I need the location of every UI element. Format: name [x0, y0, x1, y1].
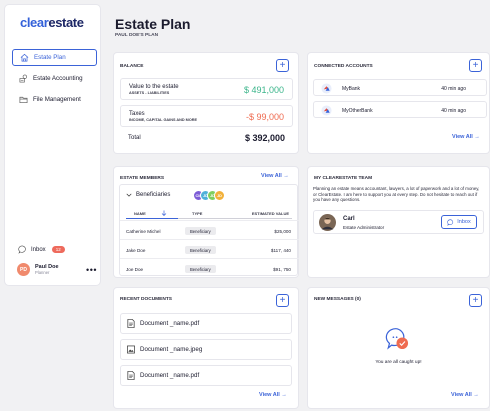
- column-header-name[interactable]: NAME: [134, 211, 146, 216]
- balance-card: BALANCE + Value to the estate ASSETS - L…: [114, 53, 298, 153]
- caught-up-illustration-icon: [385, 328, 409, 350]
- table-row[interactable]: Catherine Michel Beneficiary $25,000: [120, 220, 299, 240]
- balance-sublabel: ASSETS - LIABILITIES: [129, 91, 170, 95]
- sidebar-item-label: Estate Plan: [34, 54, 66, 61]
- add-balance-button[interactable]: +: [276, 59, 289, 72]
- documents-view-all-link[interactable]: View All →: [259, 392, 287, 398]
- chat-icon: [447, 218, 454, 226]
- user-role: Planner: [35, 270, 50, 275]
- team-inbox-button[interactable]: Inbox: [441, 215, 477, 229]
- chevron-down-icon: [126, 193, 132, 197]
- type-badge: Beneficiary: [185, 246, 216, 254]
- sort-arrow-icon[interactable]: [161, 210, 167, 216]
- team-card: MY CLEARESTATE TEAM Planning an estate m…: [308, 167, 489, 277]
- chat-icon: [18, 245, 26, 254]
- user-profile[interactable]: PD Paul Doe Planner •••: [17, 263, 97, 276]
- card-title: BALANCE: [120, 64, 144, 69]
- balance-label: Taxes: [129, 111, 145, 117]
- sidebar-item-label: Estate Accounting: [33, 75, 83, 82]
- beneficiaries-panel: Beneficiaries CM JD JD JD NAME TYPE ESTI…: [119, 184, 299, 278]
- add-account-button[interactable]: +: [469, 59, 482, 72]
- type-badge: Beneficiary: [185, 265, 216, 273]
- account-row[interactable]: MyOtherBank 40 min ago: [313, 101, 487, 118]
- column-header-type[interactable]: TYPE: [192, 211, 202, 216]
- beneficiaries-toggle[interactable]: Beneficiaries: [126, 192, 170, 198]
- page-title: Estate Plan: [115, 16, 191, 32]
- new-messages-card: NEW MESSAGES (0) + You are all caught up…: [308, 288, 489, 408]
- advisor-role: Estate Administrator: [343, 225, 385, 230]
- account-name: MyBank: [342, 86, 361, 92]
- account-sync-time: 40 min ago: [441, 108, 466, 114]
- table-row[interactable]: Joe Doe Beneficiary $91, 750: [120, 258, 299, 278]
- inbox-count-badge: 12: [51, 246, 65, 253]
- recent-documents-card: RECENT DOCUMENTS + Document _name.pdf Do…: [114, 288, 298, 408]
- card-title: NEW MESSAGES (0): [314, 297, 361, 302]
- team-member-row: Carl Estate Administrator Inbox: [313, 210, 484, 234]
- bank-logo-icon: [321, 83, 332, 94]
- total-value: $ 392,000: [244, 133, 285, 143]
- more-options-icon[interactable]: •••: [86, 265, 97, 274]
- team-description: Planning an estate means accountant, law…: [313, 186, 480, 203]
- card-title: ESTATE MEMBERS: [120, 176, 165, 181]
- document-item[interactable]: Document _name.pdf: [120, 365, 292, 386]
- messages-view-all-link[interactable]: View All →: [451, 392, 479, 398]
- balance-value: $ 491,000: [243, 85, 284, 95]
- advisor-photo: [319, 214, 336, 231]
- balance-row: Value to the estate ASSETS - LIABILITIES…: [120, 78, 293, 100]
- type-badge: Beneficiary: [185, 227, 216, 235]
- group-label: Beneficiaries: [136, 192, 171, 198]
- card-title: MY CLEARESTATE TEAM: [314, 176, 373, 181]
- sidebar-item-label: File Management: [33, 96, 81, 103]
- inbox-label: Inbox: [31, 246, 46, 253]
- member-chips: CM JD JD JD: [193, 190, 225, 201]
- page-subtitle: PAUL DOE'S PLAN: [115, 33, 159, 38]
- folder-icon: [19, 96, 28, 103]
- accounts-view-all-link[interactable]: View All →: [452, 134, 480, 140]
- document-item[interactable]: Document _name.pdf: [120, 313, 292, 334]
- members-view-all-link[interactable]: View All →: [261, 173, 289, 179]
- member-chip[interactable]: JD: [214, 190, 225, 201]
- balance-value: -$ 99,000: [245, 112, 284, 122]
- sidebar-inbox[interactable]: Inbox 12: [18, 245, 65, 254]
- advisor-name: Carl: [343, 216, 355, 222]
- estate-members-card: ESTATE MEMBERS View All → Beneficiaries …: [114, 167, 299, 278]
- column-header-value[interactable]: ESTIMATED VALUE: [252, 211, 289, 216]
- card-title: RECENT DOCUMENTS: [120, 297, 172, 302]
- new-message-button[interactable]: +: [469, 294, 482, 307]
- table-row[interactable]: Jake Doe Beneficiary $117, 440: [120, 239, 299, 259]
- account-name: MyOtherBank: [342, 108, 373, 114]
- card-title: CONNECTED ACCOUNTS: [314, 64, 373, 69]
- add-document-button[interactable]: +: [276, 294, 289, 307]
- account-row[interactable]: MyBank 40 min ago: [313, 79, 487, 96]
- document-icon: [127, 371, 135, 380]
- image-icon: [127, 345, 135, 354]
- sidebar-item-estate-accounting[interactable]: Estate Accounting: [12, 70, 97, 87]
- total-label: Total: [128, 135, 141, 141]
- sidebar-item-estate-plan[interactable]: Estate Plan: [12, 49, 97, 66]
- avatar: PD: [17, 263, 30, 276]
- document-icon: [127, 319, 135, 328]
- balance-row: Taxes INCOME, CAPITAL GAINS AND MORE -$ …: [120, 105, 293, 127]
- bank-logo-icon: [321, 105, 332, 116]
- balance-sublabel: INCOME, CAPITAL GAINS AND MORE: [129, 118, 198, 122]
- document-item[interactable]: Document _name.jpeg: [120, 339, 292, 360]
- sidebar: clearestate Estate Plan Estate Accountin…: [5, 5, 100, 285]
- empty-state-text: You are all caught up!: [375, 360, 422, 365]
- sidebar-item-file-management[interactable]: File Management: [12, 91, 97, 108]
- logo[interactable]: clearestate: [20, 15, 84, 30]
- account-sync-time: 40 min ago: [441, 86, 466, 92]
- header-sort-indicator: [126, 218, 178, 219]
- house-icon: [20, 53, 29, 62]
- connected-accounts-card: CONNECTED ACCOUNTS + MyBank 40 min ago M…: [308, 53, 489, 153]
- balance-label: Value to the estate: [129, 84, 179, 90]
- accounting-icon: [19, 74, 27, 83]
